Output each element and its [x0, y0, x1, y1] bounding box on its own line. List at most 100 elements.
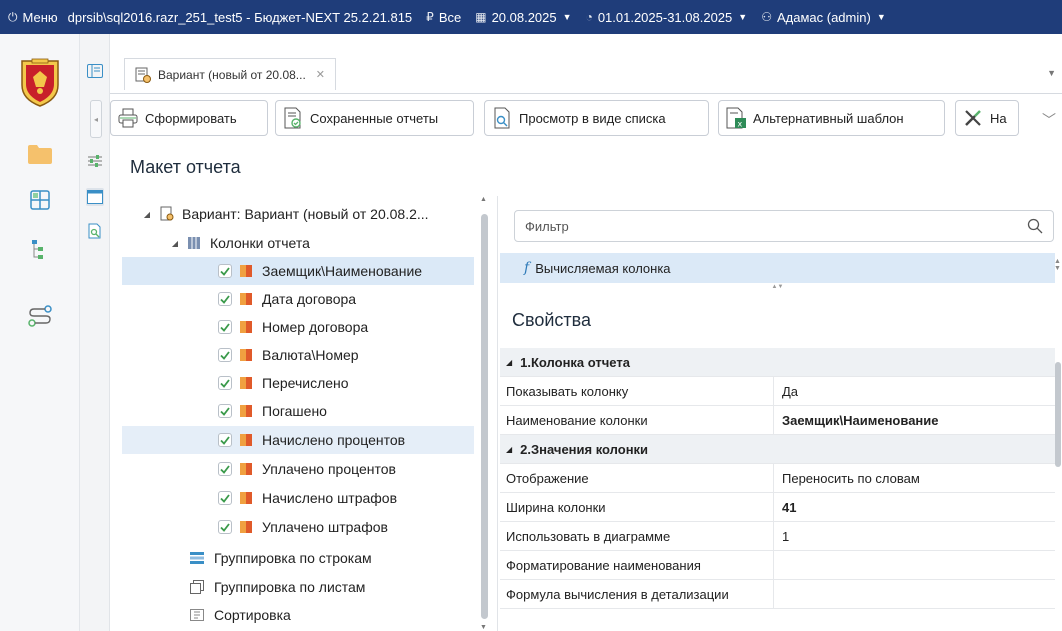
tree-label: Группировка по листам	[214, 579, 366, 595]
tree-column-item[interactable]: Начислено процентов	[122, 426, 474, 454]
filter-input[interactable]	[525, 218, 1015, 234]
tree-column-item[interactable]: Перечислено	[122, 369, 474, 397]
report-layout-tree: ◢ Вариант: Вариант (новый от 20.08.2... …	[122, 200, 484, 631]
filter-field[interactable]	[514, 210, 1054, 242]
property-value[interactable]	[774, 580, 1055, 608]
tree-node-sheet-grouping[interactable]: Группировка по листам	[122, 573, 474, 601]
tree-column-item[interactable]: Дата договора	[122, 285, 474, 313]
property-row[interactable]: Наименование колонки Заемщик\Наименовани…	[500, 406, 1055, 435]
calculated-column-item[interactable]: f Вычисляемая колонка	[500, 253, 1055, 283]
column-icon	[240, 377, 252, 389]
property-value[interactable]: 1	[774, 522, 1055, 550]
tree-column-item[interactable]: Заемщик\Наименование	[122, 257, 474, 285]
list-view-button[interactable]: Просмотр в виде списка	[484, 100, 709, 136]
checkbox-checked[interactable]	[218, 264, 232, 278]
printer-icon	[117, 106, 139, 130]
tree-node-columns[interactable]: ◢ Колонки отчета	[122, 229, 474, 257]
tree-node-sorting[interactable]: Сортировка	[122, 601, 474, 629]
checkbox-checked[interactable]	[218, 376, 232, 390]
tree-column-item[interactable]: Уплачено штрафов	[122, 513, 474, 541]
property-row[interactable]: Форматирование наименования	[500, 551, 1055, 580]
workflow-icon[interactable]	[27, 304, 53, 328]
scroll-up-icon[interactable]: ▲ ▼	[1054, 258, 1062, 282]
search-icon[interactable]	[1027, 218, 1043, 237]
alternative-template-button[interactable]: x Альтернативный шаблон	[718, 100, 945, 136]
document-search-icon	[491, 106, 513, 130]
generate-button[interactable]: Сформировать	[110, 100, 268, 136]
property-name: Отображение	[500, 464, 774, 492]
layout-view-icon[interactable]	[86, 188, 104, 206]
collapse-arrow-icon[interactable]: ◢	[142, 210, 152, 219]
checkbox-checked[interactable]	[218, 404, 232, 418]
folder-icon[interactable]	[27, 142, 53, 166]
ruble-icon: ₽	[426, 10, 434, 24]
chevron-down-icon[interactable]: ▼	[1047, 68, 1056, 78]
power-icon: ⏻	[8, 9, 18, 24]
property-row[interactable]: Формула вычисления в детализации	[500, 580, 1055, 609]
scrollbar-thumb[interactable]	[1055, 362, 1061, 467]
scroll-down-icon[interactable]: ▼	[480, 624, 487, 631]
collapse-arrow-icon[interactable]: ◢	[170, 239, 180, 248]
tree-root-variant[interactable]: ◢ Вариант: Вариант (новый от 20.08.2...	[122, 200, 474, 228]
property-value[interactable]: Заемщик\Наименование	[774, 406, 1055, 434]
property-value[interactable]: Да	[774, 377, 1055, 405]
splitter-handle[interactable]: ▲▼	[500, 284, 1055, 290]
top-bar: ⏻ Меню dprsib\sql2016.razr_251_test5 - Б…	[0, 0, 1062, 34]
tab-divider	[110, 93, 1062, 94]
date-selector[interactable]: ▦ 20.08.2025 ▼	[475, 10, 571, 25]
checkbox-checked[interactable]	[218, 462, 232, 476]
collapse-arrow-icon[interactable]: ◢	[506, 445, 512, 454]
column-icon	[240, 265, 252, 277]
collapse-arrow-icon[interactable]: ◢	[506, 358, 512, 367]
checkbox-checked[interactable]	[218, 348, 232, 362]
scroll-up-icon[interactable]: ▲	[480, 196, 487, 203]
property-row[interactable]: Использовать в диаграмме 1	[500, 522, 1055, 551]
tree-column-item[interactable]: Валюта\Номер	[122, 341, 474, 369]
period-selector[interactable]: ◔ 01.01.2025-31.08.2025 ▼	[586, 10, 748, 25]
tree-scrollbar[interactable]: ▲ ▼	[479, 196, 489, 631]
tree-label: Вариант: Вариант (новый от 20.08.2...	[182, 206, 429, 222]
tree-column-item[interactable]: Уплачено процентов	[122, 455, 474, 483]
property-value[interactable]: Переносить по словам	[774, 464, 1055, 492]
checkbox-checked[interactable]	[218, 520, 232, 534]
saved-reports-button[interactable]: Сохраненные отчеты	[275, 100, 474, 136]
tree-structure-icon[interactable]	[27, 238, 53, 262]
close-icon[interactable]: ✕	[316, 68, 325, 81]
dashboard-icon[interactable]	[27, 188, 53, 212]
properties-scrollbar[interactable]	[1054, 350, 1062, 631]
menu-button[interactable]: ⏻ Меню	[8, 10, 58, 25]
scroll-left-button[interactable]: ◂	[90, 100, 102, 138]
property-row[interactable]: Отображение Переносить по словам	[500, 464, 1055, 493]
property-value[interactable]	[774, 551, 1055, 579]
property-category[interactable]: ◢ 2.Значения колонки	[500, 435, 1055, 464]
chevron-down-icon[interactable]: ﹀	[1042, 110, 1056, 130]
checkbox-checked[interactable]	[218, 491, 232, 505]
tab-variant[interactable]: Вариант (новый от 20.08... ✕	[124, 58, 337, 90]
chevron-down-icon: ▼	[562, 12, 572, 22]
panel-toggle-icon[interactable]	[86, 62, 104, 80]
checkbox-checked[interactable]	[218, 292, 232, 306]
settings-button[interactable]: На	[955, 100, 1019, 136]
tree-column-item[interactable]: Погашено	[122, 397, 474, 425]
tree-label: Уплачено штрафов	[262, 519, 388, 535]
checkbox-checked[interactable]	[218, 433, 232, 447]
settings-sliders-icon[interactable]	[86, 152, 104, 170]
menu-label: Меню	[22, 9, 58, 25]
user-menu[interactable]: ⚇ Адамас (admin) ▼	[761, 10, 886, 25]
tree-column-item[interactable]: Начислено штрафов	[122, 484, 474, 512]
property-category[interactable]: ◢ 1.Колонка отчета	[500, 348, 1055, 377]
property-row[interactable]: Ширина колонки 41	[500, 493, 1055, 522]
tree-node-row-grouping[interactable]: Группировка по строкам	[122, 544, 474, 572]
column-icon	[240, 521, 252, 533]
coat-of-arms-logo	[18, 57, 62, 107]
clock-icon: ◔	[585, 10, 593, 24]
preview-icon[interactable]	[86, 222, 104, 240]
checkbox-checked[interactable]	[218, 320, 232, 334]
scope-selector[interactable]: ₽ Все	[426, 10, 461, 25]
tree-column-item[interactable]: Номер договора	[122, 313, 474, 341]
variant-icon	[160, 206, 174, 222]
scrollbar-thumb[interactable]	[481, 214, 488, 619]
property-value[interactable]: 41	[774, 493, 1055, 521]
property-row[interactable]: Показывать колонку Да	[500, 377, 1055, 406]
tree-label: Начислено процентов	[262, 432, 406, 448]
